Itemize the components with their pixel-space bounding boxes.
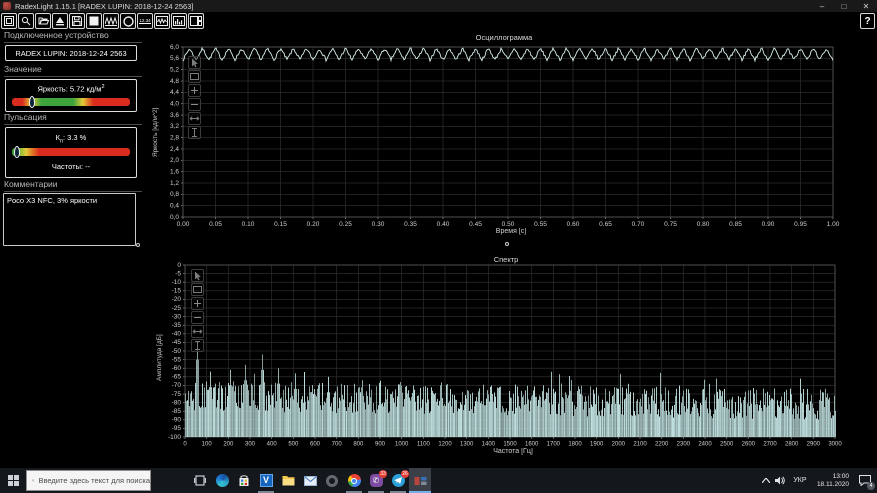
speaker-icon[interactable] [773, 468, 789, 493]
notification-badge: 4 [867, 482, 875, 490]
record-circle-button[interactable] [120, 13, 136, 29]
new-window-button[interactable] [1, 13, 17, 29]
pulsation-header: Пульсация [4, 112, 142, 125]
comments-textarea[interactable]: Poco X3 NFC, 3% яркости [3, 193, 136, 246]
numeric-display-button[interactable]: 12.34 [137, 13, 153, 29]
device-search-button[interactable] [18, 13, 34, 29]
chrome-icon[interactable] [343, 468, 365, 493]
frequency-readout: Частоты: -- [51, 161, 91, 171]
task-view-button[interactable] [189, 468, 211, 493]
spectrum-ylabel: Амплитуда [дБ] [156, 334, 163, 381]
window-title: RadexLight 1.15.1 [RADEX LUPIN: 2018-12-… [15, 1, 194, 11]
taskbar-search-input[interactable]: Введите здесь текст для поиска [26, 470, 151, 491]
oscillogram-ylabel: Яркость [кд/м^2] [152, 107, 159, 158]
spectrum-tools [191, 269, 204, 353]
waveform-capture-button[interactable] [103, 13, 119, 29]
connected-device-header: Подключенное устройство [4, 30, 142, 43]
value-header: Значение [4, 64, 142, 77]
fit-view-tool-icon[interactable] [188, 70, 201, 83]
cursor-tool-icon[interactable] [188, 56, 201, 69]
close-button[interactable]: ✕ [855, 0, 877, 12]
numeric-display-label: 12.34 [139, 18, 151, 24]
tray-chevron-icon[interactable] [759, 468, 773, 493]
tray-date: 18.11.2020 [816, 480, 849, 488]
zoom-out-tool-icon[interactable] [188, 98, 201, 111]
taskbar: Введите здесь текст для поиска V ✆ 33 26… [0, 468, 877, 493]
window-titlebar: RadexLight 1.15.1 [RADEX LUPIN: 2018-12-… [0, 0, 877, 12]
app-logo-icon [3, 2, 11, 10]
zoom-out-tool-icon[interactable] [191, 311, 204, 324]
open-file-button[interactable] [35, 13, 51, 29]
edge-icon[interactable] [211, 468, 233, 493]
spectrum-xlabel: Частота [Гц] [493, 448, 533, 455]
radexlight-taskbar-icon[interactable] [409, 468, 431, 493]
pulsation-scale-bar [12, 146, 130, 158]
fit-view-tool-icon[interactable] [191, 283, 204, 296]
telegram-icon[interactable]: 26 [387, 468, 409, 493]
spectrum-view-button[interactable] [171, 13, 187, 29]
eject-button[interactable] [52, 13, 68, 29]
fit-vertical-tool-icon[interactable] [188, 126, 201, 139]
fit-horizontal-tool-icon[interactable] [191, 325, 204, 338]
save-button[interactable] [69, 13, 85, 29]
maximize-button[interactable]: □ [833, 0, 855, 12]
mail-icon[interactable] [299, 468, 321, 493]
file-explorer-icon[interactable] [277, 468, 299, 493]
fit-horizontal-tool-icon[interactable] [188, 112, 201, 125]
system-tray: УКР 13:00 18.11.2020 4 [759, 468, 877, 493]
value-box: Яркость: 5.72 кд/м2 [5, 79, 137, 112]
viber-badge: 33 [379, 470, 387, 478]
brightness-reading: Яркость: 5.72 кд/м2 [37, 84, 105, 94]
search-placeholder: Введите здесь текст для поиска [38, 476, 151, 485]
pulsation-marker [13, 146, 20, 158]
oscillogram-view-button[interactable] [154, 13, 170, 29]
brightness-scale-bar [12, 96, 130, 108]
minimize-button[interactable]: – [811, 0, 833, 12]
spectrum-plot[interactable] [148, 250, 853, 462]
panel-layout-button[interactable] [188, 13, 204, 29]
keyboard-language[interactable]: УКР [789, 468, 811, 493]
oscillogram-tools [188, 56, 201, 140]
comments-header: Комментарии [4, 179, 142, 192]
zoom-in-tool-icon[interactable] [191, 297, 204, 310]
brightness-marker [29, 96, 36, 108]
pulsation-coefficient: Кп: 3.3 % [55, 133, 87, 145]
oscillogram-xlabel: Время [с] [495, 228, 527, 235]
desktop-screen: RadexLight 1.15.1 [RADEX LUPIN: 2018-12-… [0, 0, 877, 493]
store-icon[interactable] [233, 468, 255, 493]
stop-square-button[interactable] [86, 13, 102, 29]
telegram-badge: 26 [401, 470, 409, 478]
cursor-tool-icon[interactable] [191, 269, 204, 282]
browser-ring-icon[interactable] [321, 468, 343, 493]
pulsation-box: Кп: 3.3 % Частоты: -- [5, 127, 137, 178]
tray-clock[interactable]: 13:00 18.11.2020 [817, 473, 849, 489]
tray-time: 13:00 [832, 472, 849, 480]
fit-vertical-tool-icon[interactable] [191, 339, 204, 352]
splitter-handle[interactable] [136, 243, 140, 247]
main-toolbar: 12.34 [1, 13, 205, 29]
v-app-icon[interactable]: V [255, 468, 277, 493]
device-name-box: RADEX LUPIN: 2018-12-24 2563 [5, 45, 137, 61]
viber-icon[interactable]: ✆ 33 [365, 468, 387, 493]
oscillogram-plot[interactable] [148, 32, 853, 254]
help-button[interactable]: ? [860, 13, 875, 29]
zoom-in-tool-icon[interactable] [188, 84, 201, 97]
search-icon [32, 479, 35, 482]
action-center-icon[interactable]: 4 [855, 468, 875, 493]
start-button[interactable] [0, 468, 26, 493]
